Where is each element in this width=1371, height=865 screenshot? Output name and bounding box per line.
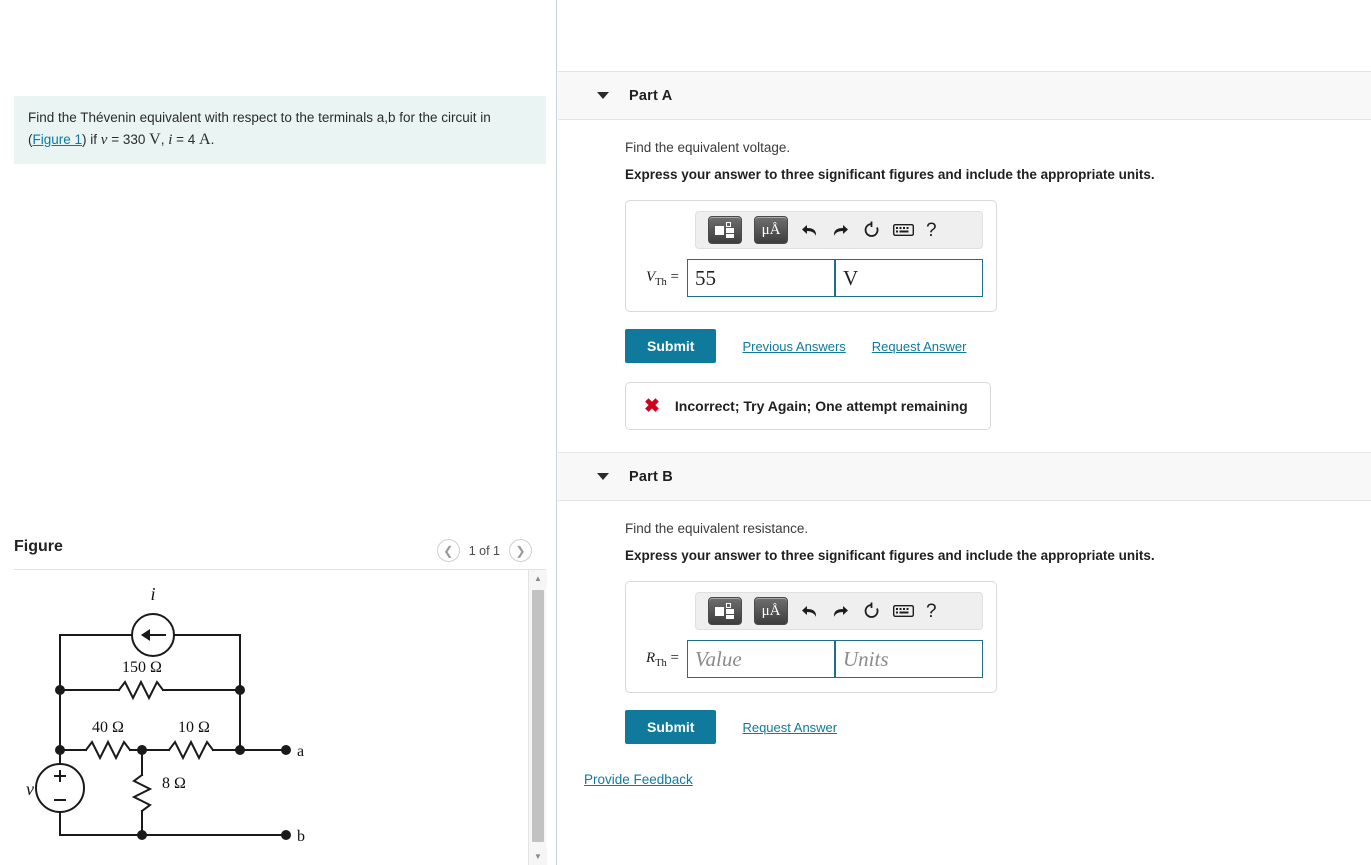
part-a-toolbar: μÅ ? (695, 211, 983, 249)
label-resistor-10: 10 Ω (178, 719, 210, 736)
question-mark-icon[interactable]: ? (926, 221, 937, 240)
circuit-diagram: i 150 Ω 40 Ω 10 Ω 8 Ω v a b (14, 570, 526, 865)
part-a-submit-button[interactable]: Submit (625, 329, 717, 363)
figure-1-link[interactable]: Figure 1 (33, 132, 83, 147)
figure-scrollbar[interactable]: ▲ ▼ (528, 570, 547, 865)
scroll-down-button[interactable]: ▼ (529, 848, 547, 865)
part-a-feedback-text: Incorrect; Try Again; One attempt remain… (674, 398, 968, 414)
part-a-header[interactable]: Part A (558, 71, 1371, 120)
part-a-units-input[interactable]: V (835, 259, 983, 297)
label-voltage-source: v (26, 779, 34, 799)
part-b-actions: Submit Request Answer (625, 710, 1371, 744)
question-text-line1: Find the Thévenin equivalent with respec… (28, 110, 491, 125)
part-a-answer-row: VTh = 55 V (639, 259, 983, 297)
part-a-label-eq: = (666, 268, 679, 285)
figure-next-button[interactable]: ❯ (509, 539, 532, 562)
part-a-label-sub: Th (655, 276, 667, 288)
part-b-answer-row: RTh = Value Units (639, 640, 983, 678)
part-a-label-var: V (645, 268, 656, 285)
unit-amp: A (199, 130, 211, 148)
label-resistor-8: 8 Ω (162, 775, 186, 792)
label-terminal-b: b (297, 828, 305, 845)
part-a-answer-label: VTh = (639, 269, 687, 288)
label-terminal-a: a (297, 743, 304, 760)
units-mua-label-b: μÅ (761, 602, 781, 619)
part-b-submit-button[interactable]: Submit (625, 710, 717, 744)
part-b-header[interactable]: Part B (558, 452, 1371, 501)
redo-arrow-icon-b[interactable] (831, 603, 850, 620)
v-equals: = 330 (107, 131, 150, 147)
redo-arrow-icon[interactable] (831, 222, 850, 239)
reset-circle-icon[interactable] (862, 221, 881, 240)
page-root: Find the Thévenin equivalent with respec… (0, 0, 1371, 865)
part-b-toolbar: μÅ ? (695, 592, 983, 630)
units-mua-button-b[interactable]: μÅ (754, 597, 788, 625)
units-mua-button[interactable]: μÅ (754, 216, 788, 244)
label-current-source: i (150, 584, 155, 604)
label-resistor-40: 40 Ω (92, 719, 124, 736)
figure-count-label: 1 of 1 (468, 543, 500, 558)
part-a-prompt: Find the equivalent voltage. (625, 140, 791, 155)
part-b-request-answer-link[interactable]: Request Answer (742, 720, 837, 735)
part-a-label: Part A (629, 87, 673, 104)
figure-header: Figure ❮ 1 of 1 ❯ (14, 534, 546, 568)
period: . (210, 131, 215, 147)
undo-arrow-icon-b[interactable] (800, 603, 819, 620)
part-a-instruction: Express your answer to three significant… (625, 167, 1155, 182)
part-b-label-sub: Th (655, 657, 667, 669)
keyboard-icon-b[interactable] (893, 604, 914, 618)
caret-down-icon[interactable] (597, 92, 609, 99)
math-template-icon[interactable] (708, 216, 742, 244)
part-b-value-input[interactable]: Value (687, 640, 835, 678)
math-template-icon-b[interactable] (708, 597, 742, 625)
left-panel: Find the Thévenin equivalent with respec… (0, 0, 557, 865)
figure-prev-button[interactable]: ❮ (436, 539, 460, 562)
figure-pagination: ❮ 1 of 1 ❯ (436, 539, 532, 562)
scroll-up-button[interactable]: ▲ (529, 570, 547, 587)
undo-arrow-icon[interactable] (800, 222, 819, 239)
scrollbar-thumb[interactable] (532, 590, 544, 842)
part-b-label-var: R (645, 649, 656, 666)
unit-volt: V (149, 130, 161, 148)
part-b-answer-label: RTh = (639, 650, 687, 669)
part-b-answer-widget: μÅ ? RTh = Value Units (625, 581, 997, 693)
part-b-label-eq: = (666, 649, 679, 666)
part-a-feedback-banner: ✖ Incorrect; Try Again; One attempt rema… (625, 382, 991, 430)
part-a-value-input[interactable]: 55 (687, 259, 835, 297)
part-b-label: Part B (629, 468, 673, 485)
part-a-answer-widget: μÅ ? VTh = 55 V (625, 200, 997, 312)
part-b-body: Find the equivalent resistance. Express … (558, 521, 1371, 744)
part-a-body: Find the equivalent voltage. Express you… (558, 140, 1371, 430)
part-b-units-input[interactable]: Units (835, 640, 983, 678)
part-a-request-answer-link[interactable]: Request Answer (872, 339, 967, 354)
keyboard-icon[interactable] (893, 223, 914, 237)
provide-feedback-link[interactable]: Provide Feedback (584, 772, 693, 787)
part-a-previous-answers-link[interactable]: Previous Answers (742, 339, 845, 354)
caret-down-icon-b[interactable] (597, 473, 609, 480)
figure-title: Figure (14, 538, 63, 555)
part-b-instruction: Express your answer to three significant… (625, 548, 1155, 563)
units-mua-label: μÅ (761, 221, 781, 238)
i-equals: = 4 (172, 131, 200, 147)
reset-circle-icon-b[interactable] (862, 602, 881, 621)
question-mark-icon-b[interactable]: ? (926, 602, 937, 621)
right-panel: Part A Find the equivalent voltage. Expr… (558, 0, 1371, 865)
label-resistor-150: 150 Ω (122, 659, 162, 676)
part-a-actions: Submit Previous Answers Request Answer (625, 329, 1371, 363)
question-text-after-link: ) if (82, 131, 101, 147)
part-b-prompt: Find the equivalent resistance. (625, 521, 809, 536)
x-mark-icon: ✖ (644, 395, 660, 417)
figure-body: i 150 Ω 40 Ω 10 Ω 8 Ω v a b (14, 570, 546, 865)
circuit-svg: i 150 Ω 40 Ω 10 Ω 8 Ω v a b (26, 584, 305, 845)
question-statement: Find the Thévenin equivalent with respec… (14, 96, 546, 165)
